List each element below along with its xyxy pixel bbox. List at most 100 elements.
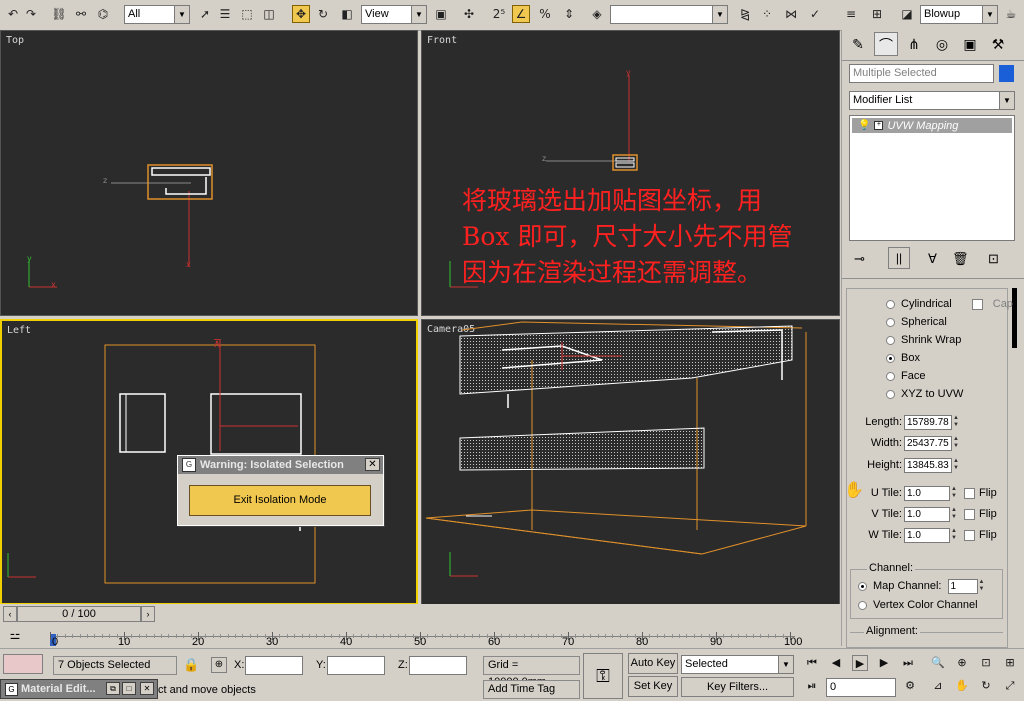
spinner-icon[interactable]: ▲ ▼ [952, 415, 960, 430]
named-selection-dropdown[interactable]: ▼ [610, 5, 728, 24]
motion-tab-icon[interactable]: ◎ [930, 32, 954, 56]
key-mode-dropdown[interactable]: Selected ▼ [681, 655, 794, 674]
time-slider-thumb[interactable]: 0 / 100 [17, 606, 141, 622]
configure-modifier-sets-icon[interactable]: ⊡ [988, 251, 999, 267]
height-field[interactable]: 13845.83 [904, 457, 952, 473]
snap-toggle-icon[interactable]: 2⁵ [490, 5, 508, 23]
viewport-top[interactable]: Top x z y x [0, 30, 418, 316]
percent-snap-icon[interactable]: % [536, 5, 554, 23]
v-tile-field[interactable]: 1.0 [904, 506, 950, 522]
restore-icon[interactable]: ⧉ [106, 682, 120, 695]
object-name-field[interactable]: Multiple Selected [849, 64, 994, 83]
selection-filter-dropdown[interactable]: All ▼ [124, 5, 190, 24]
show-end-result-icon[interactable]: || [888, 247, 910, 269]
layer-manager-icon[interactable]: ≡ [842, 5, 860, 23]
modify-tab-icon[interactable]: ⌒ [874, 32, 898, 56]
time-next-icon[interactable]: › [141, 606, 155, 622]
spinner-icon[interactable]: ▲ ▼ [950, 528, 958, 543]
mapping-shrink-wrap[interactable]: Shrink Wrap [886, 331, 961, 349]
field-of-view-icon[interactable]: ⊿ [930, 678, 946, 694]
create-tab-icon[interactable]: ✎ [846, 32, 870, 56]
time-prev-icon[interactable]: ‹ [3, 606, 17, 622]
go-to-start-icon[interactable]: ⏮ [804, 655, 820, 671]
z-coord-field[interactable] [409, 656, 467, 675]
track-bar[interactable]: ⚍ 0 10 20 30 40 50 60 70 80 90 100 [0, 624, 841, 648]
absolute-mode-icon[interactable]: ⊕ [211, 657, 227, 673]
zoom-all-icon[interactable]: ⊕ [954, 655, 970, 671]
maximize-viewport-icon[interactable]: ⤢ [1002, 678, 1018, 694]
align-tool-icon[interactable]: ✓ [806, 5, 824, 23]
select-and-scale-icon[interactable]: ◧ [338, 5, 356, 23]
render-preset-dropdown[interactable]: Blowup ▼ [920, 5, 998, 24]
align-icon[interactable]: ⁘ [758, 5, 776, 23]
radio-vertex-color-channel[interactable] [858, 600, 867, 610]
select-and-rotate-icon[interactable]: ↻ [314, 5, 332, 23]
mapping-cylindrical[interactable]: Cylindrical Cap [886, 295, 1013, 313]
mapping-spherical[interactable]: Spherical [886, 313, 947, 331]
arc-rotate-icon[interactable]: ↻ [978, 678, 994, 694]
zoom-icon[interactable]: 🔍 [930, 655, 946, 671]
radio-xyz-to-uvw[interactable] [886, 389, 895, 399]
manipulate-icon[interactable]: ✣ [460, 5, 478, 23]
radio-face[interactable] [886, 371, 895, 381]
auto-key-button[interactable]: Auto Key [628, 653, 678, 674]
dialog-titlebar[interactable]: G Warning: Isolated Selection ✕ [178, 456, 383, 474]
maximize-icon[interactable]: □ [122, 682, 136, 695]
reference-coordinate-dropdown[interactable]: View ▼ [361, 5, 427, 24]
spinner-snap-icon[interactable]: ⇕ [560, 5, 578, 23]
radio-cylindrical[interactable] [886, 299, 895, 309]
pan-view-icon[interactable]: ✋ [954, 678, 970, 694]
close-icon[interactable]: ✕ [140, 682, 154, 695]
width-field[interactable]: 25437.75 [904, 435, 952, 451]
pin-stack-icon[interactable]: ⊸ [854, 251, 865, 267]
u-flip-checkbox[interactable] [964, 487, 975, 499]
display-tab-icon[interactable]: ▣ [958, 32, 982, 56]
u-tile-field[interactable]: 1.0 [904, 485, 950, 501]
expand-icon[interactable]: + [874, 121, 884, 130]
go-to-end-icon[interactable]: ⏭ [900, 655, 916, 671]
radio-box[interactable] [886, 353, 895, 363]
hierarchy-tab-icon[interactable]: ⋔ [902, 32, 926, 56]
material-editor-taskbar[interactable]: G Material Edit... ⧉ □ ✕ [0, 679, 158, 699]
stack-item[interactable]: 💡 + UVW Mapping [852, 118, 1012, 133]
spinner-icon[interactable]: ▲ ▼ [952, 436, 960, 451]
w-flip-checkbox[interactable] [964, 529, 975, 541]
mirror-icon[interactable]: ⧎ [736, 5, 754, 23]
x-coord-field[interactable] [245, 656, 303, 675]
mini-curve-editor-icon[interactable]: ⚍ [5, 628, 25, 644]
make-unique-icon[interactable]: ∀ [928, 251, 937, 267]
selection-lock-icon[interactable]: 🔒 [183, 657, 199, 673]
viewport-front[interactable]: Front y z 将玻璃选出加贴图坐标，用 Box 即可，尺寸大小先不用管 因… [421, 30, 840, 316]
cap-checkbox[interactable] [971, 298, 983, 310]
add-time-tag[interactable]: Add Time Tag [483, 680, 580, 699]
remove-modifier-icon[interactable]: 🗑 [952, 251, 969, 267]
previous-frame-icon[interactable]: ◀ [828, 655, 844, 671]
select-object-icon[interactable]: ➚ [196, 5, 214, 23]
undo-icon[interactable]: ↶ [4, 5, 22, 23]
set-key-icon[interactable]: ⚿ [583, 653, 623, 699]
quick-render-icon[interactable]: ☕ [1002, 5, 1020, 23]
next-frame-icon[interactable]: ▶ [876, 655, 892, 671]
window-crossing-icon[interactable]: ◫ [260, 5, 278, 23]
rectangular-selection-icon[interactable]: ⬚ [238, 5, 256, 23]
unlink-icon[interactable]: ⚯ [72, 5, 90, 23]
modifier-list-dropdown[interactable]: Modifier List ▼ [849, 91, 1015, 110]
select-and-move-icon[interactable]: ✥ [292, 5, 310, 23]
w-tile-field[interactable]: 1.0 [904, 527, 950, 543]
current-frame-field[interactable]: 0 [826, 678, 896, 697]
mapping-box[interactable]: Box [886, 349, 920, 367]
spinner-icon[interactable]: ▲ ▼ [978, 579, 986, 594]
spinner-icon[interactable]: ▲ ▼ [950, 486, 958, 501]
map-channel-field[interactable]: 1 [947, 578, 978, 594]
spinner-icon[interactable]: ▲ ▼ [950, 507, 958, 522]
y-coord-field[interactable] [327, 656, 385, 675]
radio-spherical[interactable] [886, 317, 895, 327]
zoom-extents-all-icon[interactable]: ⊞ [1002, 655, 1018, 671]
vertex-color-channel-row[interactable]: Vertex Color Channel [858, 596, 978, 614]
key-mode-toggle-icon[interactable]: ⏯ [804, 678, 820, 694]
radio-shrink-wrap[interactable] [886, 335, 895, 345]
close-icon[interactable]: ✕ [365, 458, 380, 471]
angle-snap-icon[interactable]: ∠ [512, 5, 530, 23]
mirror-axis-icon[interactable]: ⋈ [782, 5, 800, 23]
mapping-face[interactable]: Face [886, 367, 925, 385]
